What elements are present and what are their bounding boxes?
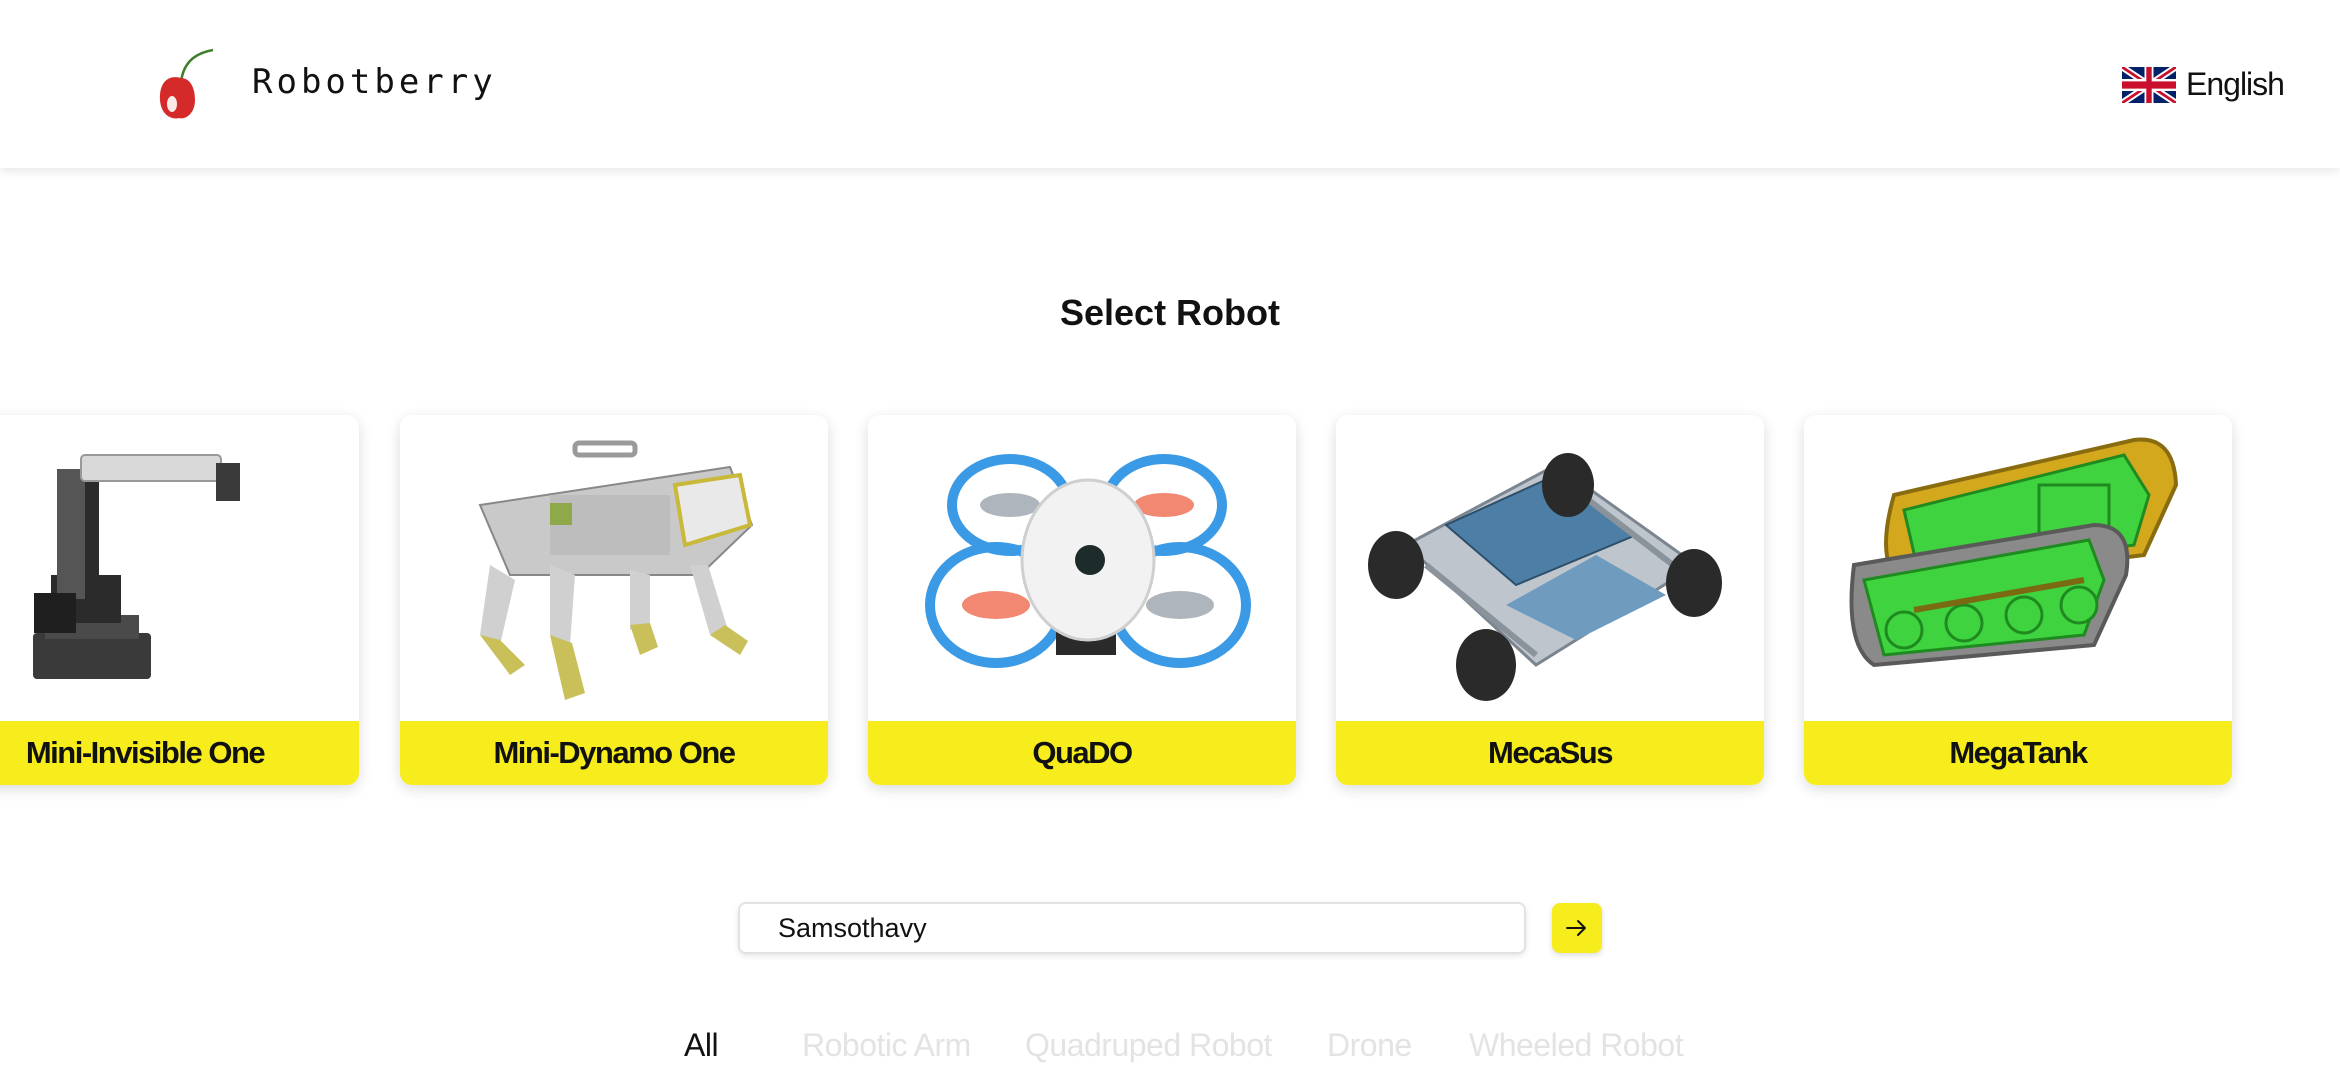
filter-robotic-arm[interactable]: Robotic Arm (802, 1027, 971, 1064)
uk-flag-icon (2122, 66, 2176, 103)
robot-card-mini-dynamo-one[interactable]: Mini-Dynamo One (400, 415, 828, 785)
top-header: Robotberry English (0, 0, 2340, 168)
robot-card-quado[interactable]: QuaDO (868, 415, 1296, 785)
robot-name: QuaDO (868, 721, 1296, 785)
language-selector[interactable]: English (2122, 66, 2285, 103)
robotic-arm-image (33, 454, 240, 679)
category-filters: All Robotic Arm Quadruped Robot Drone Wh… (0, 1027, 2340, 1067)
filter-quadruped-robot[interactable]: Quadruped Robot (1025, 1027, 1272, 1064)
tracked-tank-image (1849, 437, 2179, 668)
search-input[interactable] (738, 902, 1526, 954)
cherry-logo[interactable] (155, 48, 215, 123)
drone-image (925, 454, 1251, 668)
robot-name: Mini-Dynamo One (400, 721, 828, 785)
filter-drone[interactable]: Drone (1327, 1027, 1412, 1064)
arrow-right-icon (1566, 920, 1586, 936)
search-submit-button[interactable] (1552, 903, 1602, 953)
robot-card-mecasus[interactable]: MecaSus (1336, 415, 1764, 785)
filter-all[interactable]: All (684, 1027, 719, 1064)
robot-carousel[interactable]: Mini-Invisible One Mini-Dynamo One QuaDO… (0, 415, 2340, 785)
mecanum-rover-image (1368, 453, 1722, 701)
robot-card-megatank[interactable]: MegaTank (1804, 415, 2232, 785)
quadruped-robot-image (478, 440, 754, 700)
robot-name: Mini-Invisible One (0, 721, 359, 785)
language-label: English (2186, 66, 2285, 102)
robot-name: MegaTank (1804, 721, 2232, 785)
filter-wheeled-robot[interactable]: Wheeled Robot (1469, 1027, 1684, 1064)
robot-card-mini-invisible-one[interactable]: Mini-Invisible One (0, 415, 359, 785)
brand-name: Robotberry (252, 62, 497, 102)
page-title: Select Robot (1059, 292, 1281, 333)
robot-name: MecaSus (1336, 721, 1764, 785)
